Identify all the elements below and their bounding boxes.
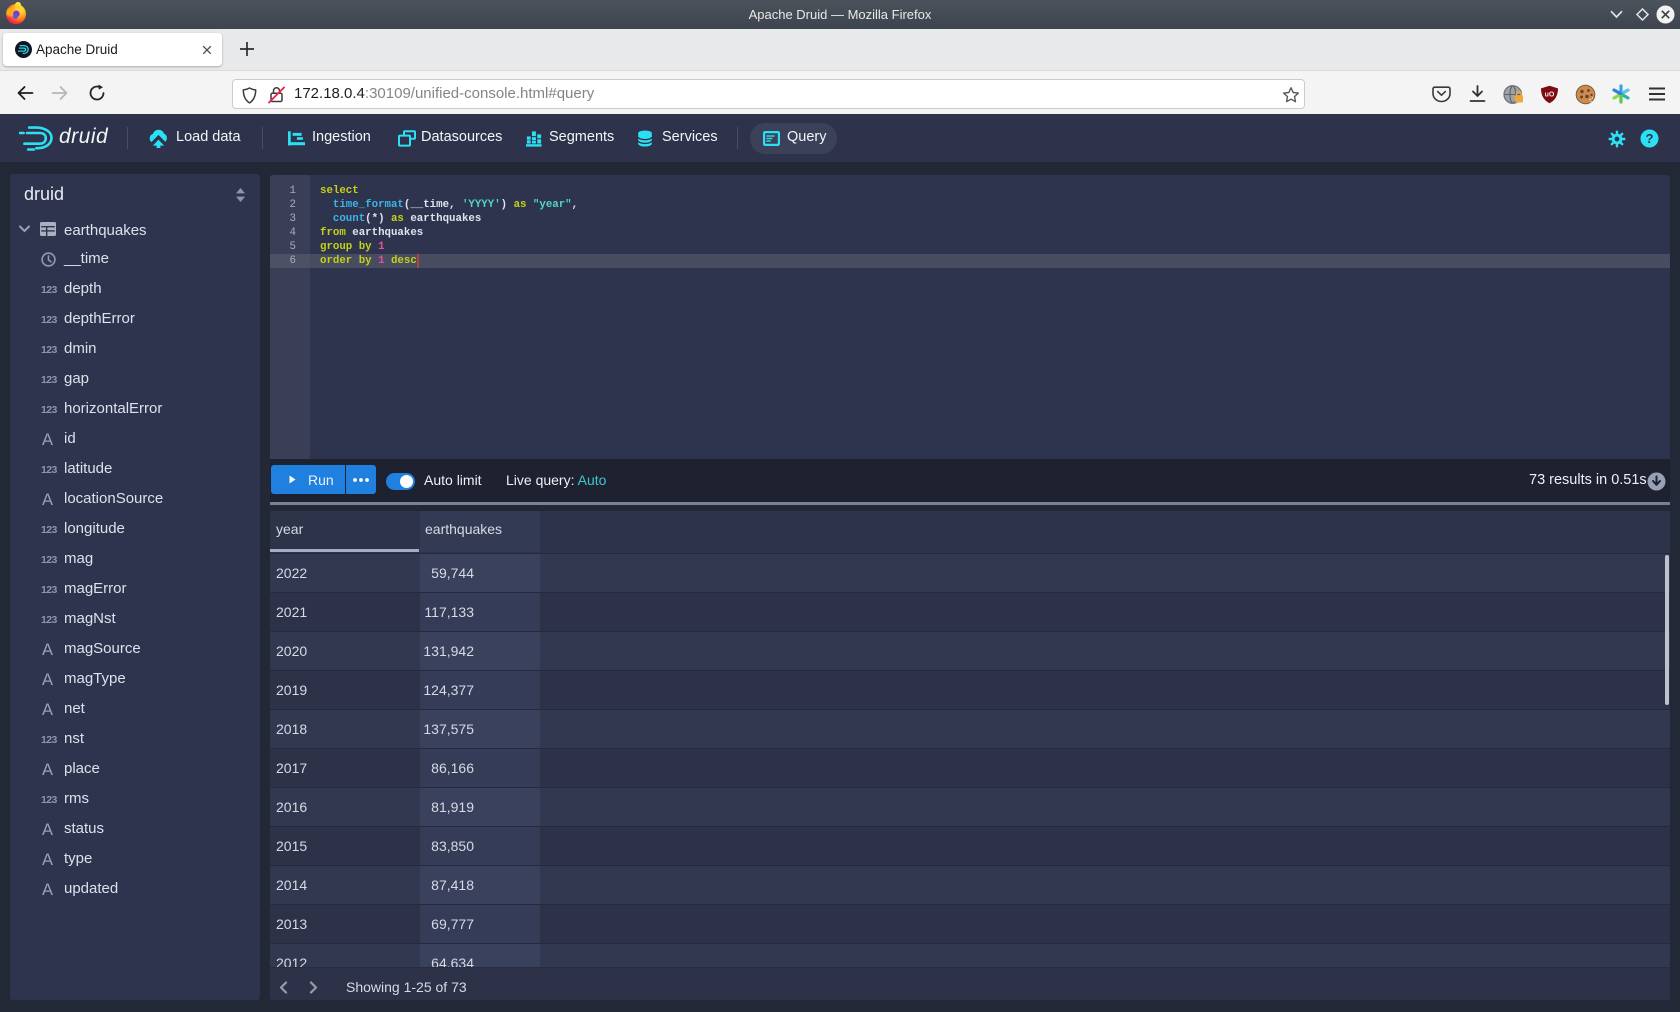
svg-text:uO: uO bbox=[1545, 92, 1555, 99]
svg-text:?: ? bbox=[1646, 131, 1654, 146]
